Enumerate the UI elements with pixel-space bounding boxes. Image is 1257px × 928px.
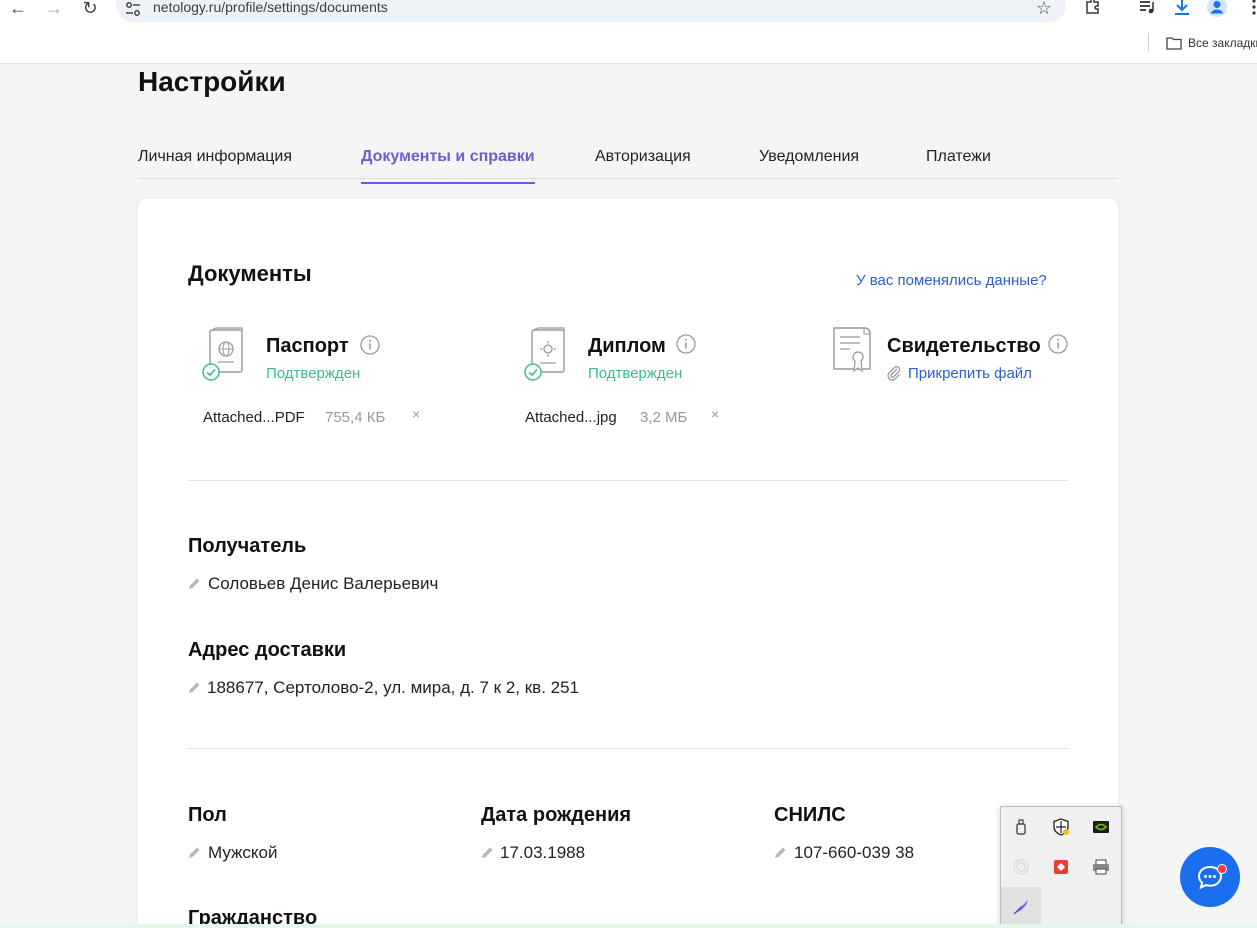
verified-check-icon <box>202 363 220 381</box>
security-shield-icon[interactable] <box>1041 807 1081 847</box>
diploma-file-name[interactable]: Attached...jpg <box>525 409 617 426</box>
tab-documents[interactable]: Документы и справки <box>361 148 535 184</box>
diploma-status: Подтвержден <box>588 365 683 382</box>
reload-icon[interactable]: ↻ <box>78 0 102 20</box>
snils-label: СНИЛС <box>774 804 846 826</box>
anydesk-icon[interactable] <box>1041 847 1081 887</box>
menu-icon[interactable] <box>1243 0 1257 18</box>
edit-pencil-icon[interactable] <box>188 577 201 590</box>
support-chat-button[interactable] <box>1180 847 1240 907</box>
system-tray-popup <box>1000 806 1122 928</box>
edit-pencil-icon[interactable] <box>188 681 201 694</box>
certificate-document: Свидетельство Прикрепить файл <box>830 325 1070 395</box>
feather-app-icon[interactable] <box>1001 887 1041 927</box>
recipient-label: Получатель <box>188 535 307 557</box>
address-value[interactable]: 188677, Сертолово-2, ул. мира, д. 7 к 2,… <box>207 678 579 698</box>
data-changed-link[interactable]: У вас поменялись данные? <box>856 272 1047 289</box>
profile-avatar-icon[interactable] <box>1206 0 1228 18</box>
edit-pencil-icon[interactable] <box>481 846 494 859</box>
settings-tabs: Личная информация Документы и справки Ав… <box>138 138 1118 184</box>
address-label: Адрес доставки <box>188 639 347 661</box>
fingerprint-icon[interactable] <box>1001 847 1041 887</box>
usb-device-icon[interactable] <box>1001 807 1041 847</box>
bottom-strip <box>0 924 1257 928</box>
diploma-remove-file-icon[interactable]: × <box>711 406 719 422</box>
documents-heading: Документы <box>188 261 312 286</box>
nvidia-icon[interactable] <box>1081 807 1121 847</box>
tab-notifications[interactable]: Уведомления <box>759 148 859 182</box>
birth-date-label: Дата рождения <box>481 804 632 826</box>
passport-file-size: 755,4 КБ <box>325 409 386 426</box>
downloads-icon[interactable] <box>1171 0 1193 18</box>
passport-document: Паспорт Подтвержден Attached...PDF 755,4… <box>202 327 482 437</box>
documents-card: Документы У вас поменялись данные? Паспо… <box>138 199 1118 928</box>
edit-pencil-icon[interactable] <box>774 846 787 859</box>
passport-info-icon[interactable] <box>360 335 380 355</box>
extensions-icon[interactable] <box>1082 0 1104 18</box>
tab-personal-info[interactable]: Личная информация <box>138 148 292 182</box>
certificate-icon <box>833 327 871 373</box>
chat-notification-badge <box>1217 864 1227 874</box>
birth-date-value[interactable]: 17.03.1988 <box>500 843 585 863</box>
page-title: Настройки <box>138 66 286 97</box>
diploma-document: Диплом Подтвержден Attached...jpg 3,2 МБ… <box>524 327 804 437</box>
gender-value[interactable]: Мужской <box>208 843 278 863</box>
forward-icon[interactable]: → <box>42 0 66 20</box>
edit-pencil-icon[interactable] <box>188 846 201 859</box>
back-icon[interactable]: ← <box>6 0 30 20</box>
printer-icon[interactable] <box>1081 847 1121 887</box>
diploma-title: Диплом <box>588 335 666 357</box>
section-divider <box>188 748 1068 749</box>
site-settings-icon[interactable] <box>124 0 142 18</box>
paperclip-icon <box>887 366 901 381</box>
bookmarks-separator <box>1148 33 1149 51</box>
tab-payments[interactable]: Платежи <box>926 148 991 182</box>
media-control-icon[interactable] <box>1136 0 1158 18</box>
section-divider <box>188 480 1068 481</box>
recipient-value[interactable]: Соловьев Денис Валерьевич <box>208 574 438 594</box>
tab-authorization[interactable]: Авторизация <box>595 148 691 182</box>
passport-title: Паспорт <box>266 335 349 357</box>
folder-icon <box>1166 37 1182 50</box>
diploma-info-icon[interactable] <box>676 334 696 354</box>
passport-remove-file-icon[interactable]: × <box>412 406 420 422</box>
url-text[interactable]: netology.ru/profile/settings/documents <box>153 0 388 15</box>
address-bar[interactable]: netology.ru/profile/settings/documents ☆ <box>116 0 1066 22</box>
verified-check-icon <box>524 363 542 381</box>
diploma-file-size: 3,2 МБ <box>640 409 688 426</box>
certificate-title: Свидетельство <box>887 335 1041 357</box>
certificate-info-icon[interactable] <box>1048 334 1068 354</box>
passport-file-name[interactable]: Attached...PDF <box>203 409 305 426</box>
snils-value[interactable]: 107-660-039 38 <box>794 843 914 863</box>
attach-file-link[interactable]: Прикрепить файл <box>908 365 1032 382</box>
gender-label: Пол <box>188 804 227 826</box>
bookmark-star-icon[interactable]: ☆ <box>1036 0 1052 19</box>
all-bookmarks[interactable]: Все закладки <box>1166 32 1257 54</box>
passport-status: Подтвержден <box>266 365 361 382</box>
all-bookmarks-label: Все закладки <box>1188 36 1257 50</box>
browser-chrome: ← → ↻ netology.ru/profile/settings/docum… <box>0 0 1257 64</box>
